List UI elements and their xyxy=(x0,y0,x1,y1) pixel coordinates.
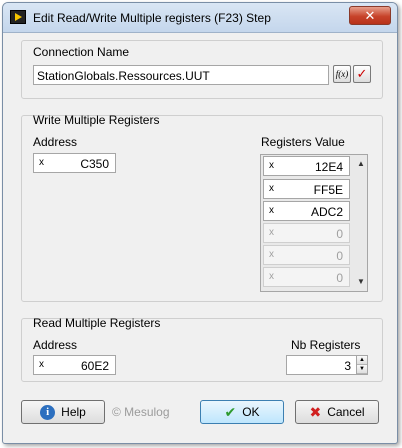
register-value-input[interactable]: x 12E4 xyxy=(263,156,350,176)
hex-prefix: x xyxy=(269,183,274,194)
cancel-button[interactable]: ✖ Cancel xyxy=(295,400,379,424)
nb-registers-stepper[interactable]: 3 ▲ ▼ xyxy=(286,355,368,375)
connection-label: Connection Name xyxy=(33,45,130,59)
register-value: FF5E xyxy=(313,183,343,197)
register-value-input[interactable]: x FF5E xyxy=(263,179,350,199)
app-icon xyxy=(10,10,26,24)
cancel-label: Cancel xyxy=(327,405,365,419)
hex-prefix: x xyxy=(269,227,274,238)
scroll-up-arrow-icon[interactable]: ▲ xyxy=(356,159,366,169)
write-group-label: Write Multiple Registers xyxy=(33,113,160,127)
cancel-x-icon: ✖ xyxy=(309,403,322,420)
register-value: 0 xyxy=(336,271,343,285)
function-icon: f(x) xyxy=(335,69,349,79)
hex-prefix: x xyxy=(269,205,274,216)
close-button[interactable]: ✕ xyxy=(349,6,391,25)
close-icon: ✕ xyxy=(364,8,376,23)
help-label: Help xyxy=(61,405,86,419)
register-value: 12E4 xyxy=(314,160,343,174)
connection-name-input[interactable]: StationGlobals.Ressources.UUT xyxy=(33,65,329,85)
scroll-down-arrow-icon[interactable]: ▼ xyxy=(356,277,366,287)
nb-registers-label: Nb Registers xyxy=(291,338,361,352)
hex-prefix: x xyxy=(269,271,274,282)
read-address-input[interactable]: x 60E2 xyxy=(33,355,116,375)
hex-prefix: x xyxy=(39,157,44,168)
hex-prefix: x xyxy=(39,359,44,370)
registers-value-label: Registers Value xyxy=(261,135,345,149)
hex-prefix: x xyxy=(269,160,274,171)
connection-group: Connection Name StationGlobals.Ressource… xyxy=(21,40,383,99)
dialog-window: Edit Read/Write Multiple registers (F23)… xyxy=(2,2,398,444)
copyright-text: © Mesulog xyxy=(112,405,170,419)
write-registers-group: Write Multiple Registers Address x C350 … xyxy=(21,113,383,302)
registers-value-array[interactable]: x 12E4 x FF5E x ADC2 x 0 x 0 x 0 ▲ ▼ xyxy=(260,154,368,292)
check-icon: ✓ xyxy=(356,66,368,81)
read-group-label: Read Multiple Registers xyxy=(33,316,161,330)
spin-down-icon[interactable]: ▼ xyxy=(357,365,367,374)
nb-registers-value: 3 xyxy=(344,359,351,373)
register-value: ADC2 xyxy=(310,205,343,219)
register-value-input: x 0 xyxy=(263,267,350,287)
register-value: 0 xyxy=(336,249,343,263)
write-address-value: C350 xyxy=(80,157,109,171)
check-expression-button[interactable]: ✓ xyxy=(353,65,371,83)
info-icon: i xyxy=(40,404,56,420)
write-address-input[interactable]: x C350 xyxy=(33,153,116,173)
read-address-label: Address xyxy=(33,338,78,352)
window-title: Edit Read/Write Multiple registers (F23)… xyxy=(33,11,271,25)
register-value: 0 xyxy=(336,227,343,241)
write-address-label: Address xyxy=(33,135,78,149)
dialog-body: Connection Name StationGlobals.Ressource… xyxy=(9,34,391,437)
help-button[interactable]: i Help xyxy=(21,400,105,424)
read-address-value: 60E2 xyxy=(80,359,109,373)
nb-registers-spinner[interactable]: ▲ ▼ xyxy=(356,356,367,375)
expression-browse-button[interactable]: f(x) xyxy=(333,65,351,83)
ok-button[interactable]: ✔ OK xyxy=(200,400,284,424)
register-value-input: x 0 xyxy=(263,223,350,243)
ok-check-icon: ✔ xyxy=(224,403,237,420)
register-value-input: x 0 xyxy=(263,245,350,265)
spin-up-icon[interactable]: ▲ xyxy=(357,356,367,365)
register-value-input[interactable]: x ADC2 xyxy=(263,201,350,221)
hex-prefix: x xyxy=(269,249,274,260)
connection-name-value: StationGlobals.Ressources.UUT xyxy=(37,69,210,83)
read-registers-group: Read Multiple Registers Address x 60E2 N… xyxy=(21,316,383,382)
ok-label: OK xyxy=(242,405,260,419)
title-bar[interactable]: Edit Read/Write Multiple registers (F23)… xyxy=(3,3,397,33)
